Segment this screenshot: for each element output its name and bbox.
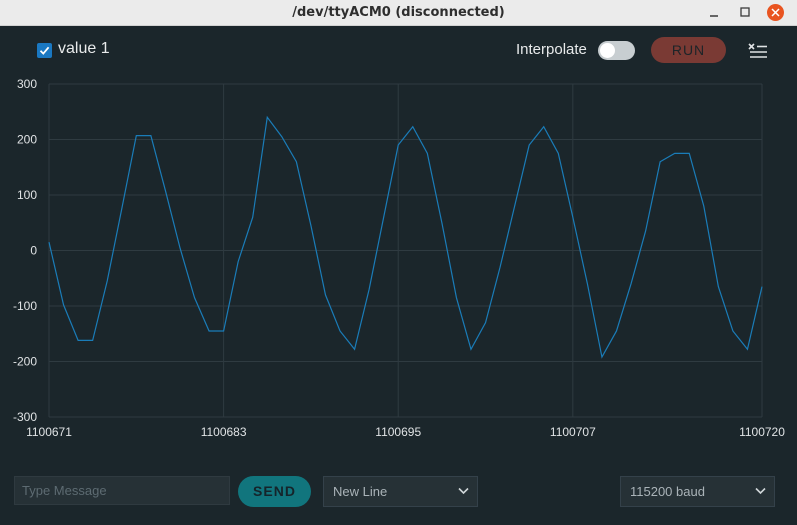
y-tick-label: 200 (17, 133, 37, 147)
window-titlebar: /dev/ttyACM0 (disconnected) (0, 0, 797, 26)
y-tick-label: 100 (17, 188, 37, 202)
y-tick-label: -100 (13, 299, 37, 313)
chevron-down-icon (755, 487, 766, 495)
interpolate-toggle[interactable] (598, 41, 635, 60)
x-tick-label: 1100683 (201, 425, 247, 439)
legend-series-label: value 1 (58, 40, 110, 57)
maximize-icon[interactable] (737, 4, 754, 21)
baud-rate-value: 115200 baud (630, 484, 705, 499)
x-tick-label: 1100695 (375, 425, 421, 439)
line-ending-value: New Line (333, 484, 388, 499)
serial-plotter: value 1 Interpolate RUN 300 200 100 0 -100 -2… (0, 26, 797, 525)
message-input[interactable] (14, 476, 230, 505)
chevron-down-icon (458, 487, 469, 495)
minimize-icon[interactable] (706, 4, 723, 21)
window-title: /dev/ttyACM0 (disconnected) (292, 5, 505, 20)
x-tick-label: 1100671 (26, 425, 72, 439)
series-line (48, 115, 763, 359)
clear-plot-icon[interactable] (748, 41, 768, 59)
plot-area: 300 200 100 0 -100 -200 -3001100671 1100683 1100… (13, 77, 785, 439)
toggle-knob (600, 43, 615, 58)
baud-rate-select[interactable]: 115200 baud (620, 476, 775, 507)
y-tick-label: 300 (17, 77, 37, 91)
close-icon[interactable] (767, 4, 784, 21)
x-tick-label: 1100720 (739, 425, 785, 439)
interpolate-label: Interpolate (516, 41, 587, 58)
send-button[interactable]: SEND (238, 476, 311, 507)
run-button[interactable]: RUN (651, 37, 726, 63)
checkbox-checked-icon[interactable] (37, 43, 52, 58)
y-tick-label: 0 (30, 244, 37, 258)
line-ending-select[interactable]: New Line (323, 476, 478, 507)
y-tick-label: -200 (13, 355, 37, 369)
x-tick-label: 1100707 (550, 425, 596, 439)
y-tick-label: -300 (13, 410, 37, 424)
